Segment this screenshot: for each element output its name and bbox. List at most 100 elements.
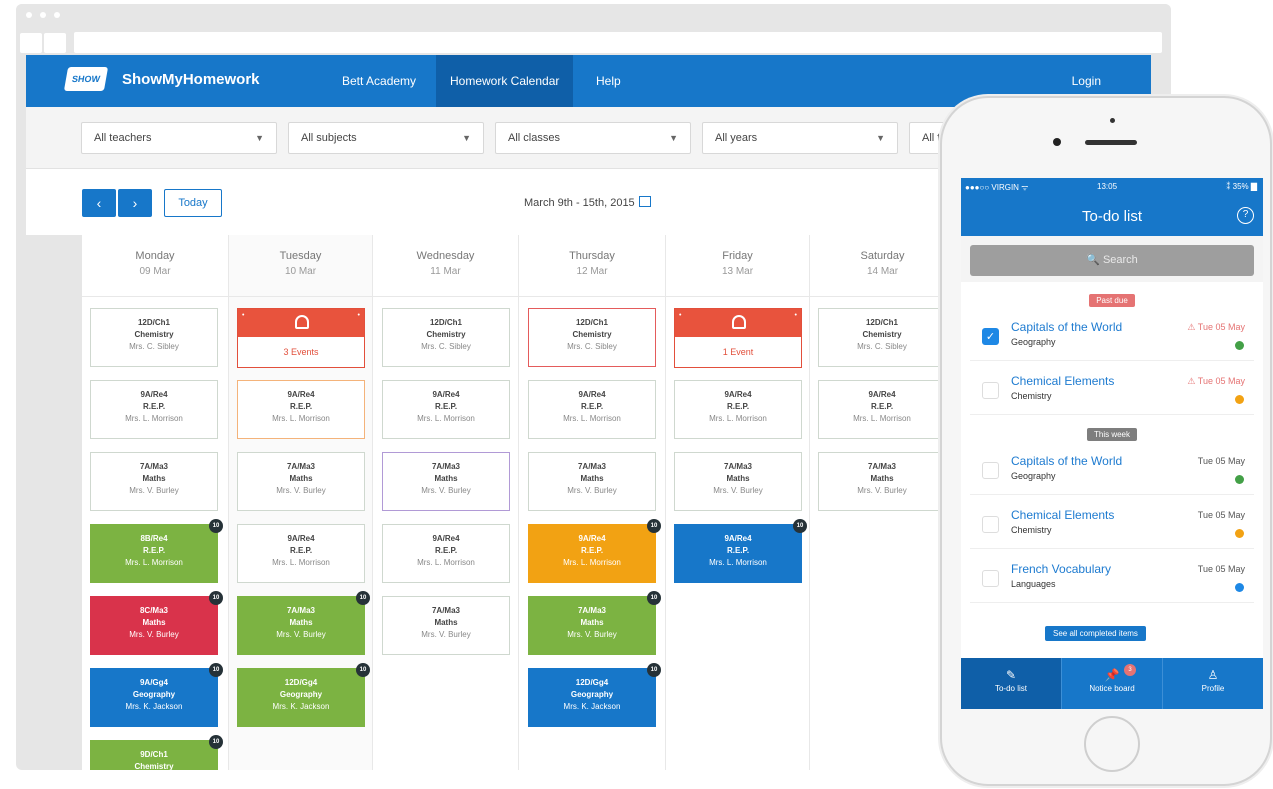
homework-card[interactable]: 7A/Ma3 Maths Mrs. V. Burley xyxy=(528,452,656,511)
nav-bett-academy[interactable]: Bett Academy xyxy=(328,55,430,107)
checkbox[interactable] xyxy=(982,570,999,587)
tab-profile[interactable]: ♙ Profile xyxy=(1163,658,1263,709)
task-item[interactable]: Chemical Elements Chemistry Tue 05 May xyxy=(970,502,1254,549)
checkbox[interactable] xyxy=(982,516,999,533)
homework-card[interactable]: 9A/Re4 R.E.P. Mrs. L. Morrison 10 xyxy=(674,519,807,583)
homework-card[interactable]: 12D/Ch1 Chemistry Mrs. C. Sibley xyxy=(90,308,218,367)
search-input[interactable]: 🔍 Search xyxy=(970,245,1254,276)
homework-card[interactable]: 9A/Re4 R.E.P. Mrs. L. Morrison xyxy=(237,524,365,583)
help-icon[interactable]: ? xyxy=(1237,207,1254,224)
day-name: Thursday xyxy=(569,250,615,262)
homework-card[interactable]: 7A/Ma3 Maths Mrs. V. Burley xyxy=(237,452,365,511)
homework-card[interactable]: 12D/Gg4 Geography Mrs. K. Jackson 10 xyxy=(528,663,661,727)
minimize-dot[interactable] xyxy=(40,12,46,18)
task-due-date: Tue 05 May xyxy=(1197,564,1245,574)
count-badge: 10 xyxy=(356,591,370,605)
homework-card[interactable]: 7A/Ma3 Maths Mrs. V. Burley 10 xyxy=(528,591,661,655)
subject-filter[interactable]: All subjects ▼ xyxy=(288,122,484,154)
checkbox-checked[interactable]: ✓ xyxy=(982,328,999,345)
homework-card[interactable]: 9A/Re4 R.E.P. Mrs. L. Morrison xyxy=(237,380,365,439)
tab-notice-board[interactable]: 📌 3 Notice board xyxy=(1062,658,1163,709)
homework-card[interactable]: 7A/Ma3 Maths Mrs. V. Burley xyxy=(674,452,802,511)
task-subject: Geography xyxy=(1011,337,1056,347)
pencil-icon: ✎ xyxy=(1005,668,1017,682)
address-bar[interactable] xyxy=(74,32,1162,53)
carrier-text: ●●●○○ VIRGIN ᯤ xyxy=(965,183,1029,192)
status-bar: ●●●○○ VIRGIN ᯤ 13:05 ⁑ 35% ▇ xyxy=(961,178,1263,196)
teacher-filter-value: All teachers xyxy=(94,132,152,144)
homework-card[interactable]: 7A/Ma3 Maths Mrs. V. Burley 10 xyxy=(237,591,370,655)
tab-label: Notice board xyxy=(1089,684,1135,693)
forward-button[interactable] xyxy=(44,33,66,53)
window-controls xyxy=(26,12,60,18)
nav-help[interactable]: Help xyxy=(582,55,635,107)
today-button[interactable]: Today xyxy=(164,189,222,217)
home-button[interactable] xyxy=(1084,716,1140,772)
tab-todo-list[interactable]: ✎ To-do list xyxy=(961,658,1062,709)
checkbox[interactable] xyxy=(982,462,999,479)
see-all-completed-button[interactable]: See all completed items xyxy=(1045,626,1146,641)
teacher-filter[interactable]: All teachers ▼ xyxy=(81,122,277,154)
logo[interactable]: SHOW xyxy=(63,67,109,91)
brand-name[interactable]: ShowMyHomework xyxy=(122,71,260,88)
homework-card[interactable]: 9A/Re4 R.E.P. Mrs. L. Morrison xyxy=(528,380,656,439)
homework-card[interactable]: 9A/Re4 R.E.P. Mrs. L. Morrison 10 xyxy=(528,519,661,583)
card-class: 9A/Re4 xyxy=(724,390,752,399)
task-subject: Languages xyxy=(1011,579,1056,589)
subject-dot xyxy=(1235,395,1244,404)
phone-sensor xyxy=(1110,118,1115,123)
homework-card[interactable]: 8C/Ma3 Maths Mrs. V. Burley 10 xyxy=(90,591,223,655)
homework-card[interactable]: 9A/Gg4 Geography Mrs. K. Jackson 10 xyxy=(90,663,223,727)
card-teacher: Mrs. V. Burley xyxy=(567,486,617,495)
class-filter[interactable]: All classes ▼ xyxy=(495,122,691,154)
close-dot[interactable] xyxy=(26,12,32,18)
homework-card[interactable]: 8B/Re4 R.E.P. Mrs. L. Morrison 10 xyxy=(90,519,223,583)
task-item[interactable]: ✓ Capitals of the World Geography ⚠ Tue 05 … xyxy=(970,314,1254,361)
prev-week-button[interactable]: ‹ xyxy=(82,189,116,217)
homework-card[interactable]: 7A/Ma3 Maths Mrs. V. Burley xyxy=(382,596,510,655)
maximize-dot[interactable] xyxy=(54,12,60,18)
next-week-button[interactable]: › xyxy=(118,189,152,217)
homework-card[interactable]: 12D/Ch1 Chemistry Mrs. C. Sibley xyxy=(528,308,656,367)
event-card[interactable]: • • 3 Events xyxy=(237,308,365,368)
card-class: 7A/Ma3 xyxy=(867,462,896,471)
card-teacher: Mrs. L. Morrison xyxy=(709,414,767,423)
back-button[interactable] xyxy=(20,33,42,53)
task-item[interactable]: French Vocabulary Languages Tue 05 May xyxy=(970,556,1254,603)
homework-card[interactable]: 9A/Re4 R.E.P. Mrs. L. Morrison xyxy=(382,380,510,439)
card-subject: R.E.P. xyxy=(289,546,313,555)
card-subject: Geography xyxy=(570,690,614,699)
homework-card[interactable]: 7A/Ma3 Maths Mrs. V. Burley xyxy=(818,452,946,511)
homework-card[interactable]: 9A/Re4 R.E.P. Mrs. L. Morrison xyxy=(674,380,802,439)
task-item[interactable]: Capitals of the World Geography Tue 05 May xyxy=(970,448,1254,495)
checkbox[interactable] xyxy=(982,382,999,399)
task-item[interactable]: Chemical Elements Chemistry ⚠ Tue 05 May xyxy=(970,368,1254,415)
card-subject: Maths xyxy=(434,474,458,483)
card-teacher: Mrs. L. Morrison xyxy=(853,414,911,423)
task-due-date: ⚠ Tue 05 May xyxy=(1187,376,1245,386)
date-range[interactable]: March 9th - 15th, 2015 xyxy=(524,196,651,209)
day-name: Wednesday xyxy=(416,250,475,262)
homework-card[interactable]: 12D/Gg4 Geography Mrs. K. Jackson 10 xyxy=(237,663,370,727)
card-teacher: Mrs. L. Morrison xyxy=(125,558,183,567)
card-class: 7A/Ma3 xyxy=(577,606,606,615)
homework-card[interactable]: 7A/Ma3 Maths Mrs. V. Burley xyxy=(382,452,510,511)
homework-card[interactable]: 9A/Re4 R.E.P. Mrs. L. Morrison xyxy=(382,524,510,583)
homework-card[interactable]: 9A/Re4 R.E.P. Mrs. L. Morrison xyxy=(90,380,218,439)
day-header: Monday 09 Mar xyxy=(82,235,228,297)
homework-card[interactable]: 9A/Re4 R.E.P. Mrs. L. Morrison xyxy=(818,380,946,439)
homework-card[interactable]: 12D/Ch1 Chemistry Mrs. C. Sibley xyxy=(818,308,946,367)
homework-card[interactable]: 9D/Ch1 Chemistry 10 xyxy=(90,735,223,771)
date-range-text: March 9th - 15th, 2015 xyxy=(524,197,635,209)
card-class: 9A/Re4 xyxy=(287,534,315,543)
event-card[interactable]: • • 1 Event xyxy=(674,308,802,368)
calendar-icon[interactable] xyxy=(638,196,651,207)
task-subject: Geography xyxy=(1011,471,1056,481)
nav-homework-calendar[interactable]: Homework Calendar xyxy=(436,55,574,107)
year-filter[interactable]: All years ▼ xyxy=(702,122,898,154)
homework-card[interactable]: 7A/Ma3 Maths Mrs. V. Burley xyxy=(90,452,218,511)
homework-card[interactable]: 12D/Ch1 Chemistry Mrs. C. Sibley xyxy=(382,308,510,367)
user-icon: ♙ xyxy=(1207,668,1219,682)
card-teacher: Mrs. V. Burley xyxy=(276,486,326,495)
card-teacher: Mrs. K. Jackson xyxy=(125,702,183,711)
